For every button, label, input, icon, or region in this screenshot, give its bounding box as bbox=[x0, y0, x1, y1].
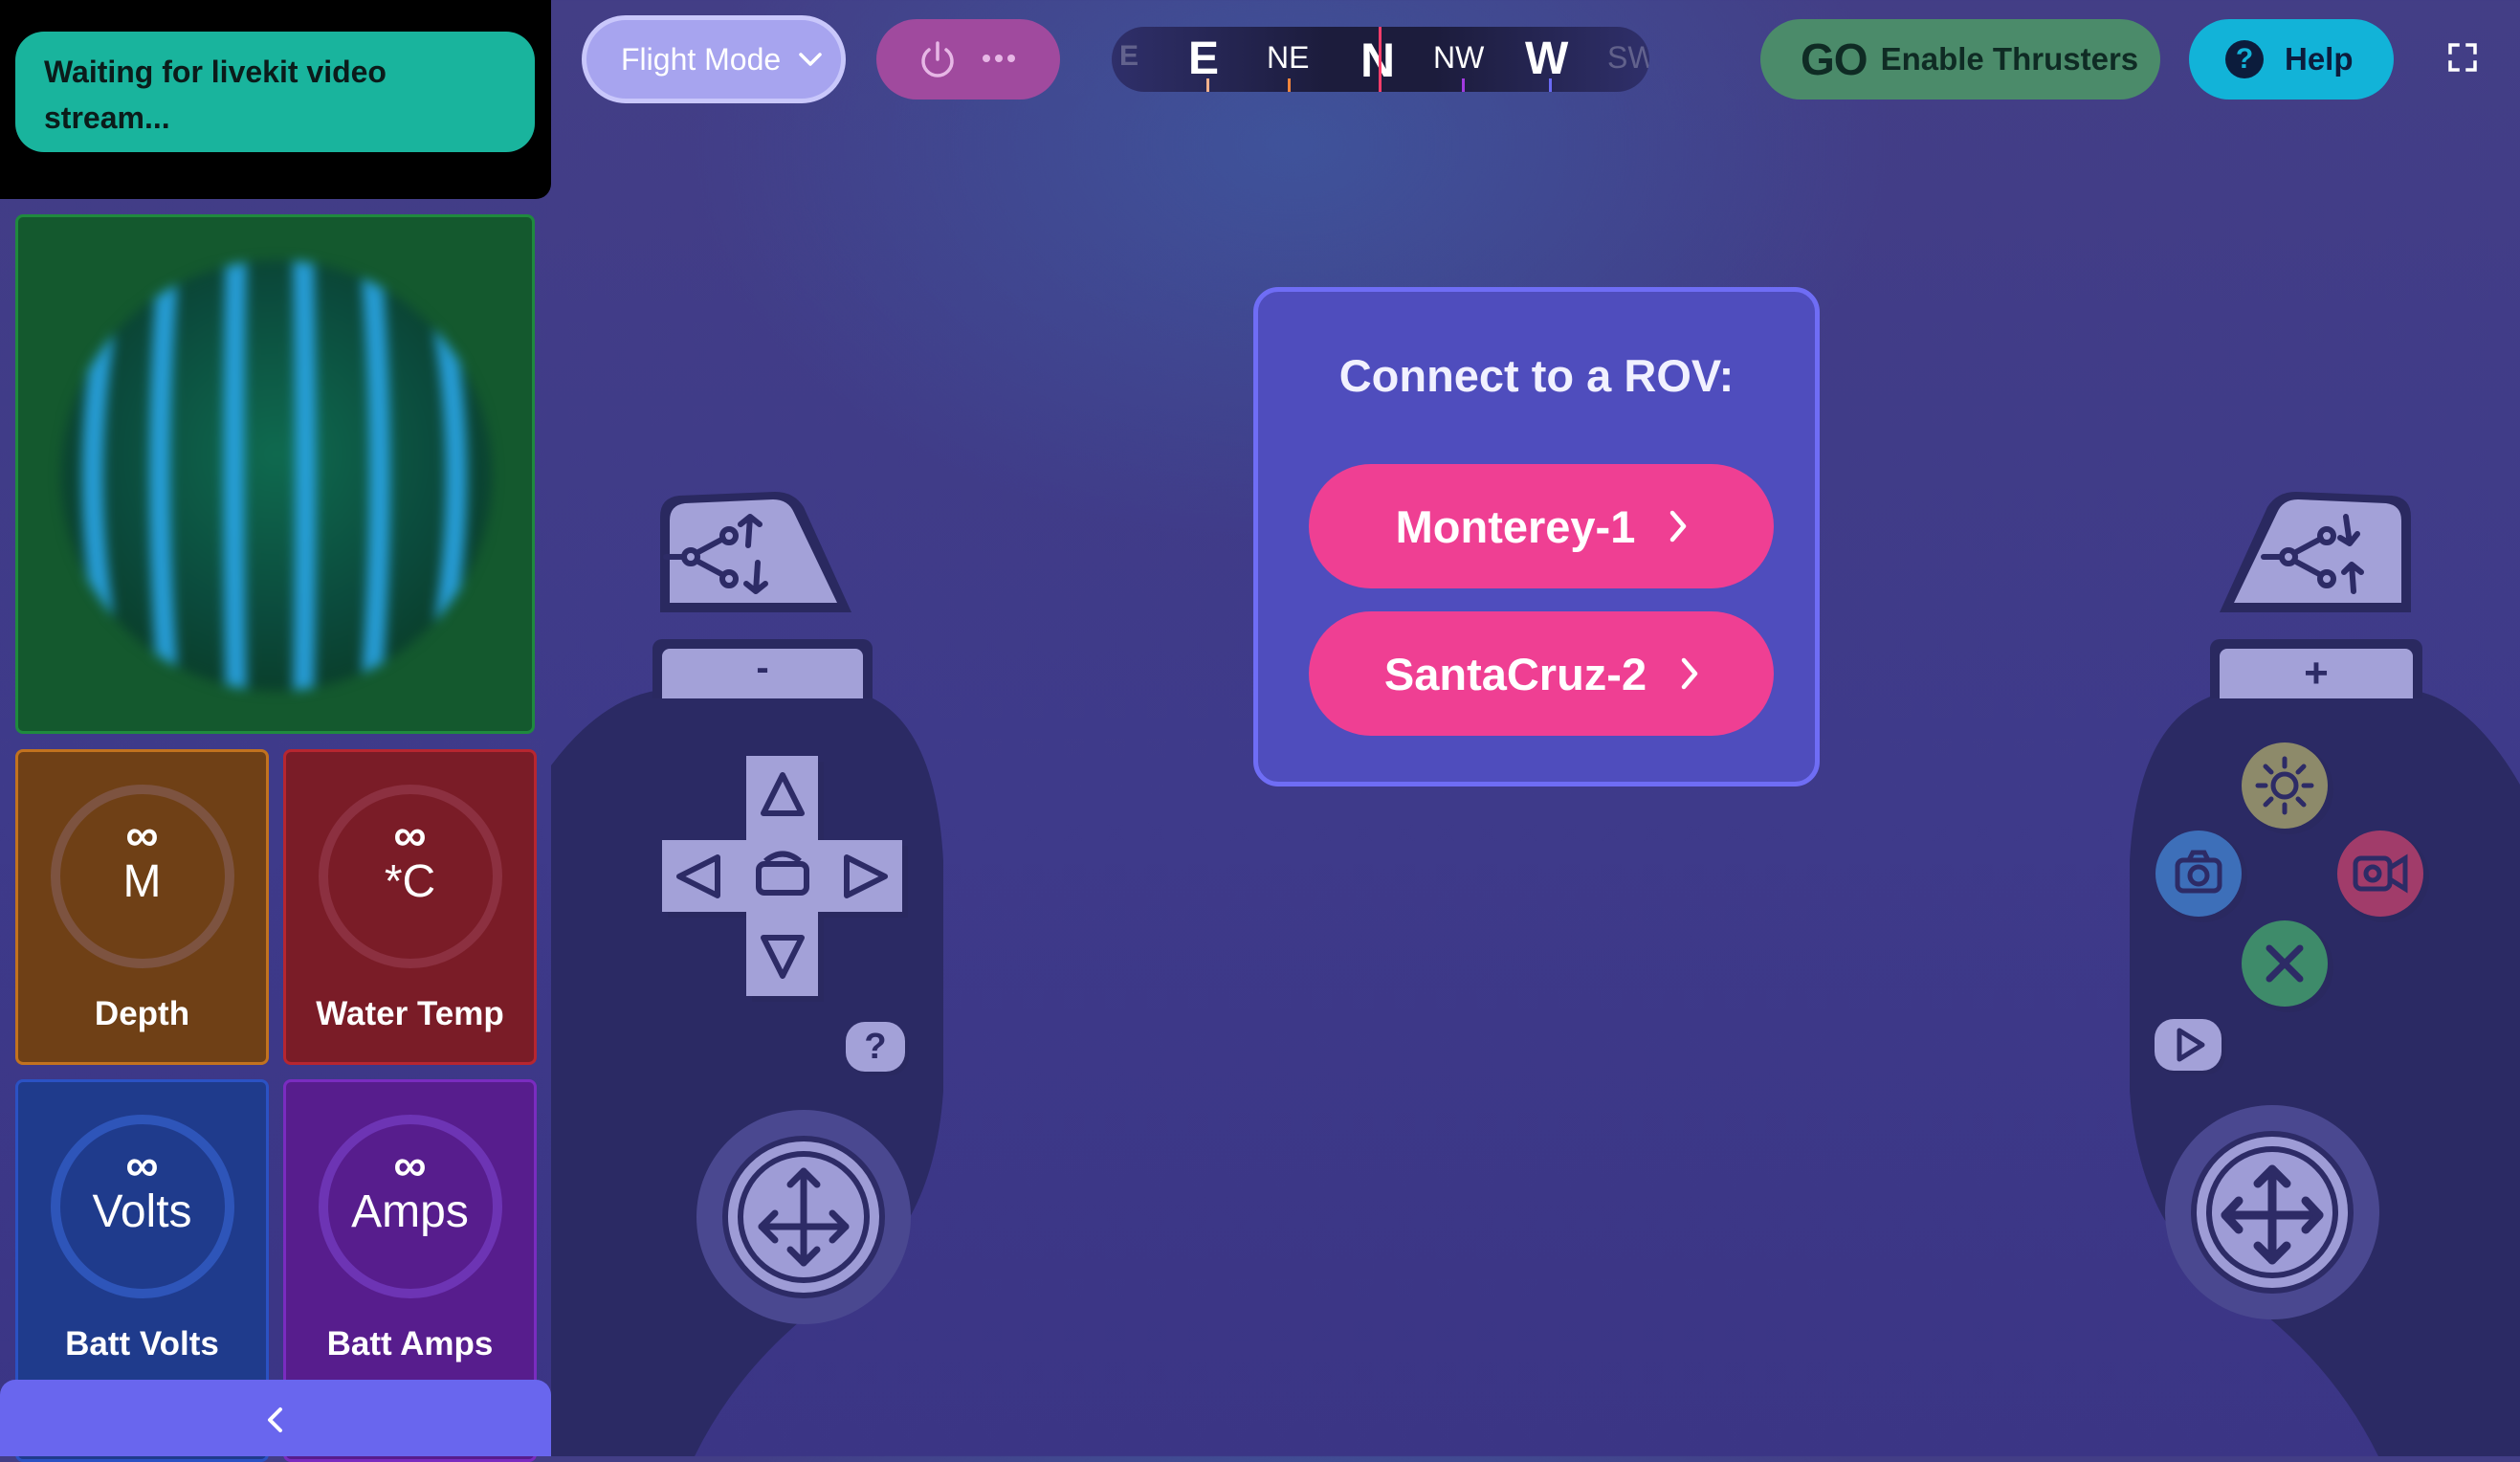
help-label: Help bbox=[2285, 41, 2354, 77]
left-sidebar: Waiting for livekit video stream... ∞ M … bbox=[0, 0, 551, 1462]
help-button[interactable]: ? Help bbox=[2189, 19, 2394, 100]
attitude-sphere-graphic bbox=[61, 260, 492, 691]
lights-button[interactable] bbox=[2242, 742, 2333, 834]
left-trigger-button[interactable] bbox=[651, 488, 861, 622]
compass-tick bbox=[1206, 78, 1209, 92]
rov-button-santacruz-2[interactable]: SantaCruz-2 bbox=[1309, 611, 1774, 736]
flight-mode-dropdown[interactable]: Flight Mode bbox=[582, 15, 846, 103]
compass-tick bbox=[1288, 78, 1291, 92]
left-bumper-label: - bbox=[662, 649, 863, 698]
batt-amps-label: Batt Amps bbox=[326, 1325, 494, 1362]
rov-button-label: Monterey-1 bbox=[1395, 500, 1636, 552]
connect-rov-title: Connect to a ROV: bbox=[1338, 350, 1735, 401]
batt-volts-label: Batt Volts bbox=[65, 1325, 219, 1362]
compass-heading-strip: E E NE N NW W SW bbox=[1112, 27, 1649, 92]
enable-thrusters-button[interactable]: GO Enable Thrusters bbox=[1760, 19, 2160, 100]
water-temp-unit: *C bbox=[384, 856, 436, 907]
compass-heading-marker bbox=[1379, 27, 1382, 92]
more-options-icon[interactable] bbox=[982, 52, 1016, 65]
video-status-message: Waiting for livekit video stream... bbox=[15, 32, 535, 152]
cancel-button[interactable] bbox=[2242, 920, 2333, 1012]
compass-label-sw-faded: SW bbox=[1607, 40, 1649, 75]
compass-tick bbox=[1549, 78, 1552, 92]
chevron-right-icon bbox=[1681, 657, 1698, 690]
water-temp-tile: ∞ *C Water Temp bbox=[283, 749, 537, 1065]
go-icon: GO bbox=[1801, 34, 1868, 84]
compass-label-e-faded: E bbox=[1119, 40, 1139, 72]
depth-unit: M bbox=[122, 856, 162, 907]
connect-rov-dialog: Connect to a ROV: Monterey-1 SantaCruz-2 bbox=[1253, 287, 1820, 786]
batt-volts-value: ∞ bbox=[125, 1141, 159, 1191]
batt-volts-unit: Volts bbox=[92, 1186, 192, 1237]
water-temp-label: Water Temp bbox=[316, 995, 504, 1032]
record-button[interactable] bbox=[2337, 831, 2429, 922]
fullscreen-icon[interactable] bbox=[2447, 42, 2478, 73]
chevron-down-icon bbox=[799, 53, 822, 66]
compass-tick bbox=[1462, 78, 1465, 92]
depth-tile: ∞ M Depth bbox=[15, 749, 269, 1065]
batt-amps-unit: Amps bbox=[351, 1186, 469, 1237]
dpad bbox=[662, 756, 908, 1002]
batt-amps-value: ∞ bbox=[393, 1141, 427, 1191]
rov-button-monterey-1[interactable]: Monterey-1 bbox=[1309, 464, 1774, 588]
help-key-button[interactable]: ? bbox=[846, 1022, 905, 1072]
right-bumper-button[interactable]: + bbox=[2210, 639, 2422, 698]
right-joystick[interactable] bbox=[2162, 1102, 2392, 1332]
compass-label-w: W bbox=[1525, 33, 1569, 84]
depth-label: Depth bbox=[94, 995, 190, 1032]
right-bumper-label: + bbox=[2220, 649, 2413, 698]
water-temp-value: ∞ bbox=[393, 810, 427, 861]
left-joystick[interactable] bbox=[689, 1102, 918, 1332]
collapse-sidebar-button[interactable] bbox=[0, 1380, 551, 1456]
power-menu-group bbox=[876, 19, 1060, 100]
power-icon[interactable] bbox=[917, 38, 959, 80]
left-bumper-button[interactable]: - bbox=[652, 639, 873, 698]
right-trigger-button[interactable] bbox=[2210, 488, 2421, 622]
play-button[interactable] bbox=[2155, 1019, 2225, 1074]
face-buttons bbox=[2155, 742, 2429, 1074]
enable-thrusters-label: Enable Thrusters bbox=[1880, 41, 2139, 77]
depth-value: ∞ bbox=[125, 810, 159, 861]
flight-mode-label: Flight Mode bbox=[621, 41, 782, 77]
compass-label-ne: NE bbox=[1267, 40, 1310, 75]
chevron-left-icon bbox=[268, 1407, 282, 1432]
chevron-right-icon bbox=[1670, 510, 1687, 543]
help-circle-icon: ? bbox=[2225, 40, 2264, 78]
attitude-indicator bbox=[15, 214, 535, 734]
compass-label-nw: NW bbox=[1433, 40, 1485, 75]
video-feed-area: Waiting for livekit video stream... bbox=[0, 0, 551, 199]
rov-button-label: SantaCruz-2 bbox=[1383, 648, 1647, 699]
compass-label-e: E bbox=[1188, 33, 1220, 84]
camera-button[interactable] bbox=[2155, 831, 2247, 922]
